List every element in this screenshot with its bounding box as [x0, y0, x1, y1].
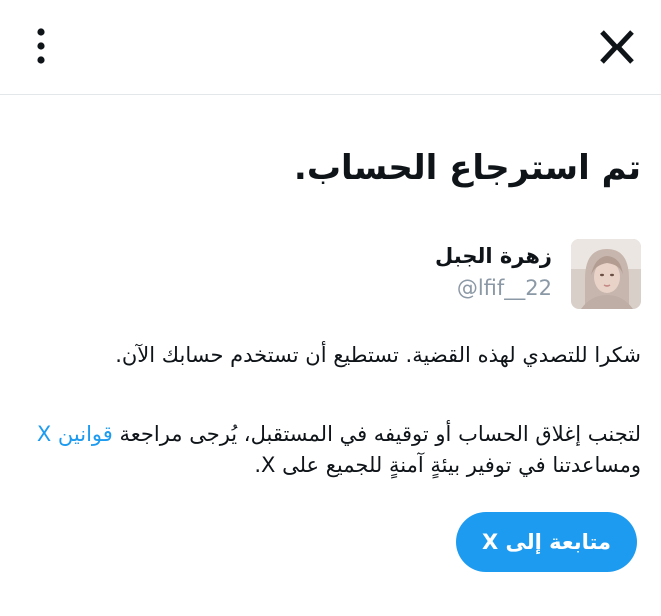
page-title: تم استرجاع الحساب.: [293, 148, 641, 188]
x-rules-link[interactable]: قوانين X: [37, 422, 113, 446]
profile-name: زهرة الجبل: [435, 244, 552, 268]
policy-message: لتجنب إغلاق الحساب أو توقيفه في المستقبل…: [20, 419, 641, 481]
x-logo-icon[interactable]: [595, 22, 639, 72]
continue-to-x-button[interactable]: متابعة إلى X: [456, 512, 637, 572]
policy-message-suffix: ومساعدتنا في توفير بيئةٍ آمنةٍ للجميع عل…: [254, 453, 641, 477]
more-vertical-icon[interactable]: [24, 26, 58, 66]
profile-photo-icon: [571, 239, 641, 309]
policy-message-prefix: لتجنب إغلاق الحساب أو توقيفه في المستقبل…: [112, 422, 642, 446]
avatar: [571, 239, 641, 309]
profile-handle: @lfif__22: [456, 276, 552, 300]
continue-to-x-label: متابعة إلى X: [481, 530, 612, 554]
confirmation-message: شكرا للتصدي لهذه القضية. تستطيع أن تستخد…: [115, 343, 641, 367]
top-bar: [0, 0, 661, 95]
